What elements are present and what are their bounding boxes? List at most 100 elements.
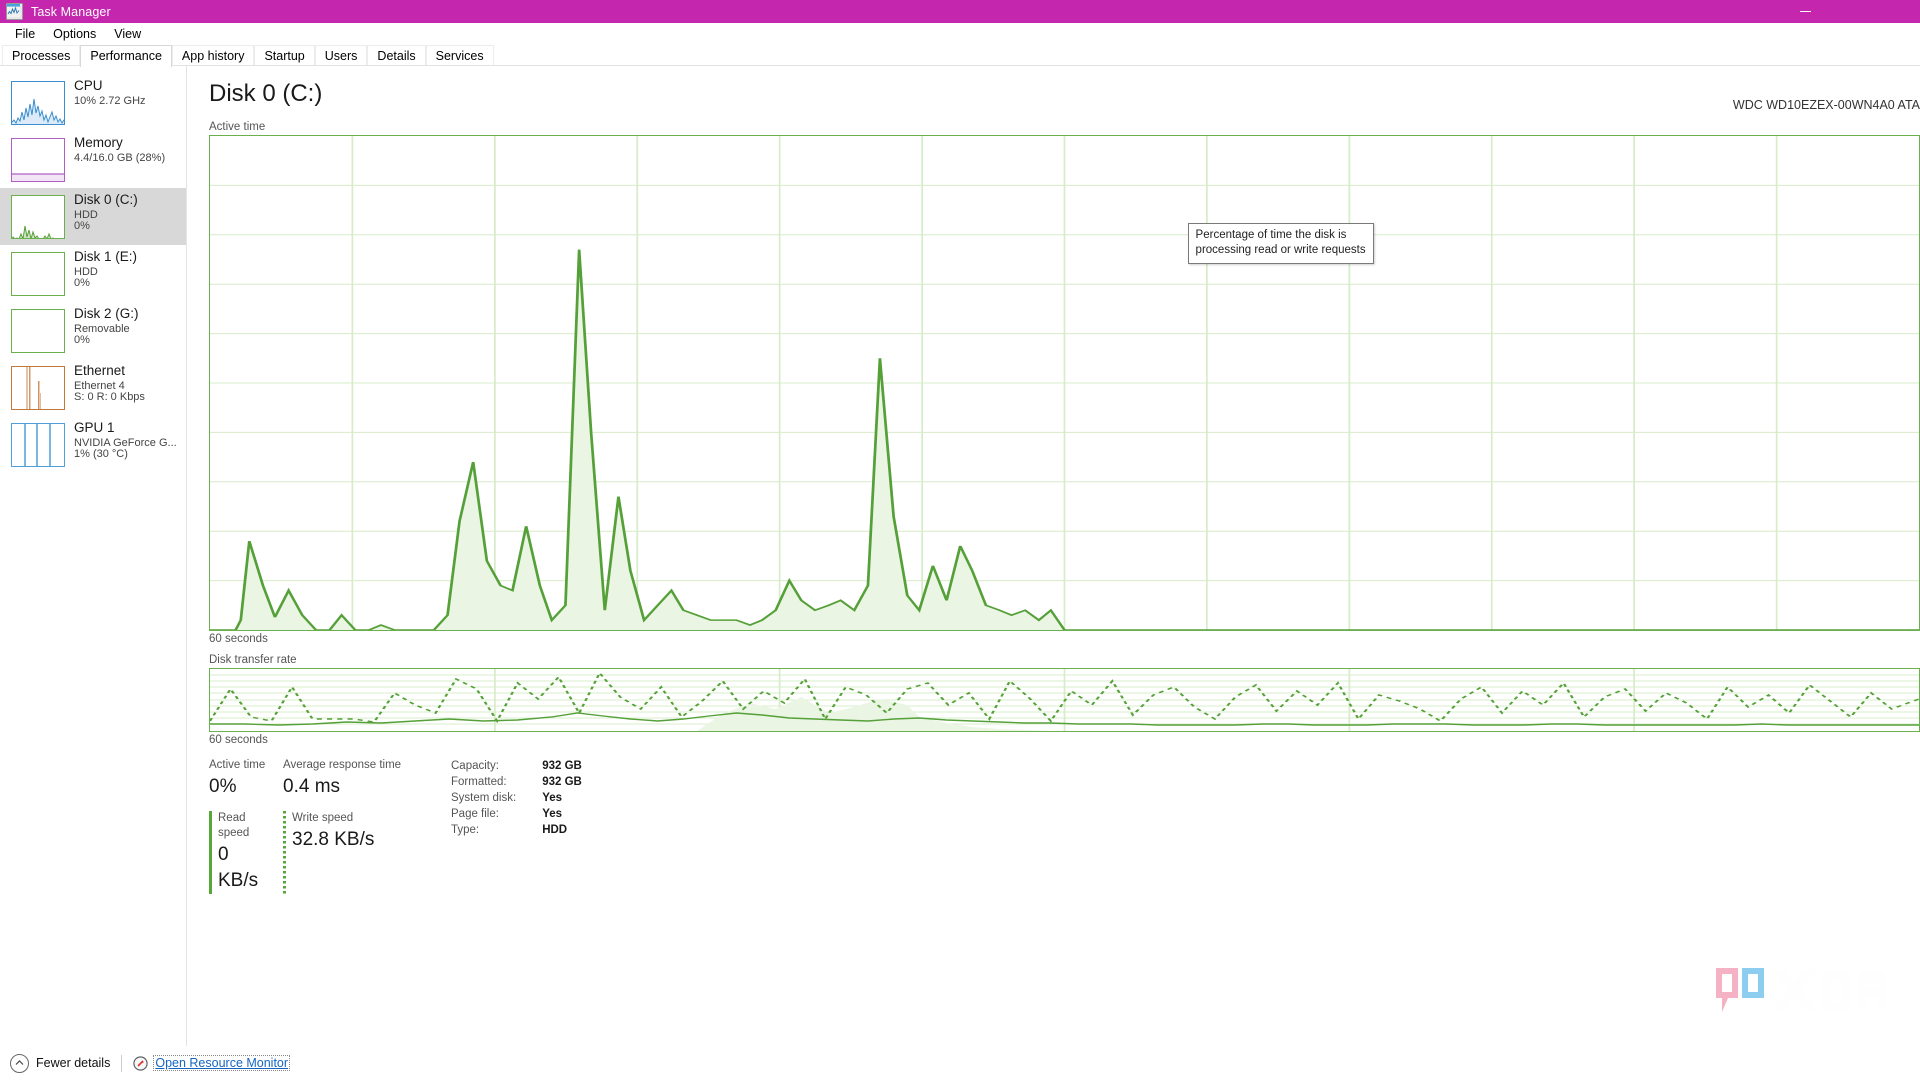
property-value: Yes: [542, 790, 582, 806]
resource-monitor-icon: [133, 1056, 148, 1071]
status-separator: [121, 1055, 122, 1072]
status-bar: Fewer details Open Resource Monitor: [0, 1046, 1920, 1080]
write-speed-value: 32.8 KB/s: [292, 827, 374, 853]
disk-transfer-rate-graph[interactable]: [209, 668, 1920, 732]
xda-watermark: [1708, 964, 1894, 1020]
panel-header: Disk 0 (C:) WDC WD10EZEX-00WN4A0 ATA: [187, 66, 1920, 112]
active-time-value: 0%: [209, 774, 269, 800]
active-time-label: Active time: [209, 758, 269, 773]
tab-strip: Processes Performance App history Startu…: [0, 45, 1920, 66]
memory-thumb-icon: [11, 138, 65, 182]
disk-transfer-rate-footer: 60 seconds: [187, 734, 1920, 746]
tab-processes[interactable]: Processes: [2, 45, 80, 67]
active-time-graph[interactable]: Percentage of time the disk is processin…: [209, 135, 1920, 631]
window-title: Task Manager: [31, 5, 111, 19]
title-bar: Task Manager: [0, 0, 1920, 23]
active-time-graph-label: Active time: [187, 121, 1920, 133]
task-manager-icon: [6, 3, 23, 20]
chevron-up-icon: [10, 1054, 29, 1073]
disk-properties-list: Capacity: 932 GB Formatted: 932 GB Syste…: [451, 758, 582, 894]
write-speed-label: Write speed: [292, 811, 374, 826]
property-value: 932 GB: [542, 774, 582, 790]
read-speed-stat: Read speed 0 KB/s: [209, 811, 269, 894]
avg-response-stat: Average response time 0.4 ms: [283, 758, 407, 800]
sidebar-item-title: Disk 2 (G:): [74, 307, 139, 322]
sidebar-item-cpu[interactable]: CPU 10% 2.72 GHz: [0, 74, 186, 131]
ethernet-thumb-icon: [11, 366, 65, 410]
property-key: Page file:: [451, 806, 516, 822]
disk-transfer-plot: [210, 669, 1919, 731]
menu-view[interactable]: View: [105, 24, 150, 44]
avg-response-value: 0.4 ms: [283, 774, 407, 800]
sidebar-item-sub: 4.4/16.0 GB (28%): [74, 153, 165, 165]
tab-users[interactable]: Users: [315, 45, 368, 67]
active-time-stat: Active time 0%: [209, 758, 269, 800]
tooltip-line-1: Percentage of time the disk is: [1196, 228, 1366, 243]
stats-panel: Active time 0% Average response time 0.4…: [187, 758, 1920, 894]
page-title: Disk 0 (C:): [209, 80, 322, 108]
sidebar-item-disk-0[interactable]: Disk 0 (C:) HDD 0%: [0, 188, 186, 245]
tab-performance[interactable]: Performance: [80, 45, 172, 67]
task-manager-window: Task Manager File Options View Processes…: [0, 0, 1920, 1080]
minimize-button[interactable]: [1782, 0, 1828, 23]
active-time-graph-footer: 60 seconds: [187, 633, 1920, 645]
sidebar-item-text: Disk 2 (G:) Removable 0%: [74, 307, 139, 347]
read-speed-value: 0 KB/s: [218, 842, 269, 894]
property-key: Formatted:: [451, 774, 516, 790]
sidebar-item-text: GPU 1 NVIDIA GeForce G... 1% (30 °C): [74, 421, 177, 461]
disk0-thumb-icon: [11, 195, 65, 239]
window-body: CPU 10% 2.72 GHz Memory 4.4/16.0 GB (28%…: [0, 66, 1920, 1046]
tab-services[interactable]: Services: [426, 45, 494, 67]
active-time-tooltip: Percentage of time the disk is processin…: [1188, 223, 1374, 264]
sidebar-item-title: Disk 1 (E:): [74, 250, 137, 265]
menu-file[interactable]: File: [6, 24, 44, 44]
menu-bar: File Options View: [0, 23, 1920, 45]
read-speed-label: Read speed: [218, 811, 269, 841]
sidebar-item-text: Ethernet Ethernet 4 S: 0 R: 0 Kbps: [74, 364, 145, 404]
open-resource-monitor-link[interactable]: Open Resource Monitor: [133, 1055, 290, 1071]
property-key: System disk:: [451, 790, 516, 806]
fewer-details-label: Fewer details: [36, 1056, 110, 1070]
resource-sidebar: CPU 10% 2.72 GHz Memory 4.4/16.0 GB (28%…: [0, 66, 187, 1046]
tab-details[interactable]: Details: [367, 45, 425, 67]
sidebar-item-title: Disk 0 (C:): [74, 193, 138, 208]
sidebar-item-ethernet[interactable]: Ethernet Ethernet 4 S: 0 R: 0 Kbps: [0, 359, 186, 416]
gpu-thumb-icon: [11, 423, 65, 467]
read-speed-legend-swatch: [209, 811, 212, 894]
tooltip-line-2: processing read or write requests: [1196, 243, 1366, 258]
tab-startup[interactable]: Startup: [254, 45, 314, 67]
resource-monitor-label: Open Resource Monitor: [153, 1055, 290, 1071]
property-key: Capacity:: [451, 758, 516, 774]
sidebar-item-value: 1% (30 °C): [74, 449, 177, 461]
write-speed-stat: Write speed 32.8 KB/s: [283, 811, 374, 894]
sidebar-item-title: CPU: [74, 79, 146, 94]
active-time-plot: [210, 136, 1919, 630]
property-key: Type:: [451, 822, 516, 838]
sidebar-item-disk-1[interactable]: Disk 1 (E:) HDD 0%: [0, 245, 186, 302]
drive-model-label: WDC WD10EZEX-00WN4A0 ATA: [1733, 80, 1920, 112]
sidebar-item-title: GPU 1: [74, 421, 177, 436]
property-value: HDD: [542, 822, 582, 838]
sidebar-item-text: Disk 1 (E:) HDD 0%: [74, 250, 137, 290]
sidebar-item-value: 0%: [74, 278, 137, 290]
sidebar-item-title: Memory: [74, 136, 165, 151]
tab-app-history[interactable]: App history: [172, 45, 255, 67]
sidebar-item-memory[interactable]: Memory 4.4/16.0 GB (28%): [0, 131, 186, 188]
sidebar-item-disk-2[interactable]: Disk 2 (G:) Removable 0%: [0, 302, 186, 359]
disk-transfer-rate-label: Disk transfer rate: [187, 654, 1920, 666]
cpu-thumb-icon: [11, 81, 65, 125]
sidebar-item-text: CPU 10% 2.72 GHz: [74, 79, 146, 107]
sidebar-item-sub: 10% 2.72 GHz: [74, 96, 146, 108]
sidebar-item-value: 0%: [74, 221, 138, 233]
menu-options[interactable]: Options: [44, 24, 105, 44]
window-controls: [1782, 0, 1920, 23]
sidebar-item-gpu-1[interactable]: GPU 1 NVIDIA GeForce G... 1% (30 °C): [0, 416, 186, 473]
property-value: Yes: [542, 806, 582, 822]
sidebar-item-title: Ethernet: [74, 364, 145, 379]
speed-stats-row: Read speed 0 KB/s Write speed 32.8 KB/s: [209, 811, 407, 894]
sidebar-item-value: 0%: [74, 335, 139, 347]
fewer-details-button[interactable]: Fewer details: [10, 1054, 110, 1073]
sidebar-item-text: Disk 0 (C:) HDD 0%: [74, 193, 138, 233]
property-value: 932 GB: [542, 758, 582, 774]
avg-response-label: Average response time: [283, 758, 407, 773]
